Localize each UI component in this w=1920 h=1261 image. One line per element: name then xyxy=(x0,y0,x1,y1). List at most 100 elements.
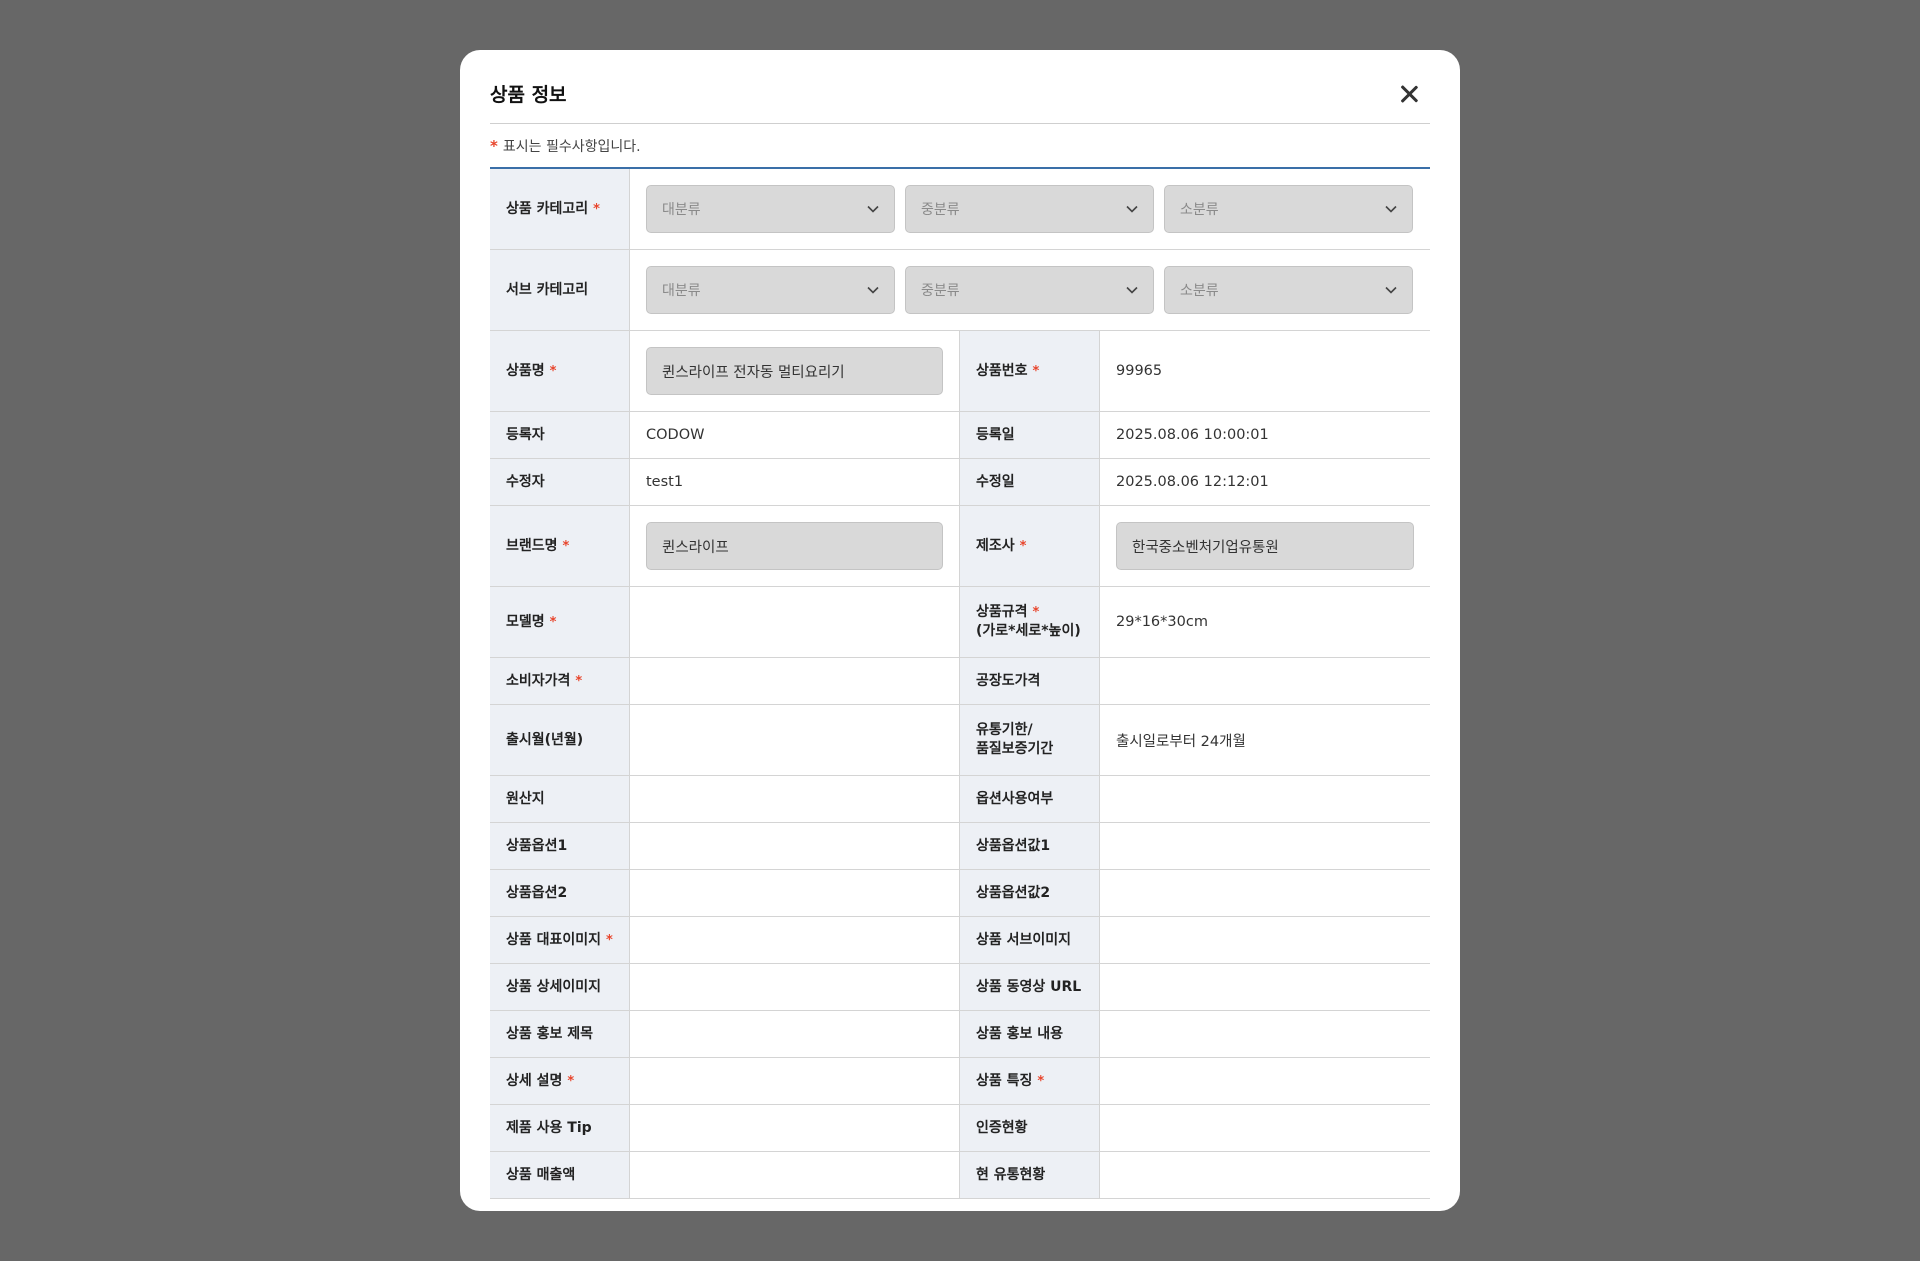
origin-value[interactable] xyxy=(630,776,960,822)
label-option-value1: 상품옵션값1 xyxy=(960,823,1100,869)
chevron-down-icon xyxy=(1385,286,1397,294)
row-registrant: 등록자 CODOW 등록일 2025.08.06 10:00:01 xyxy=(490,412,1430,459)
option1-value[interactable] xyxy=(630,823,960,869)
promo-content-value[interactable] xyxy=(1100,1011,1430,1057)
label-expiry: 유통기한/ 품질보증기간 xyxy=(960,705,1100,775)
chevron-down-icon xyxy=(1385,205,1397,213)
row-detail-image: 상품 상세이미지 상품 동영상 URL xyxy=(490,964,1430,1011)
distribution-value[interactable] xyxy=(1100,1152,1430,1198)
spec-value: 29*16*30cm xyxy=(1116,614,1208,630)
close-icon[interactable] xyxy=(1396,81,1422,107)
label-option-value2: 상품옵션값2 xyxy=(960,870,1100,916)
subcategory-middle-select[interactable]: 중분류 xyxy=(905,266,1154,314)
manufacturer-cell: 한국중소벤처기업유통원 xyxy=(1100,506,1430,586)
row-origin: 원산지 옵션사용여부 xyxy=(490,776,1430,823)
label-distribution: 현 유통현황 xyxy=(960,1152,1100,1198)
category-middle-select[interactable]: 중분류 xyxy=(905,185,1154,233)
label-release: 출시월(년월) xyxy=(490,705,630,775)
brand-input[interactable]: 퀸스라이프 xyxy=(646,522,943,570)
label-consumer-price: 소비자가격 * xyxy=(490,658,630,704)
sub-category-selects: 대분류 중분류 소분류 xyxy=(630,250,1430,330)
label-option2: 상품옵션2 xyxy=(490,870,630,916)
features-value[interactable] xyxy=(1100,1058,1430,1104)
certification-value[interactable] xyxy=(1100,1105,1430,1151)
row-option1: 상품옵션1 상품옵션값1 xyxy=(490,823,1430,870)
subcategory-minor-select[interactable]: 소분류 xyxy=(1164,266,1413,314)
row-model: 모델명 * 상품규격 * (가로*세로*높이) 29*16*30cm xyxy=(490,587,1430,658)
modifier-value: test1 xyxy=(630,459,960,505)
label-video-url: 상품 동영상 URL xyxy=(960,964,1100,1010)
video-url-value[interactable] xyxy=(1100,964,1430,1010)
sub-image-value[interactable] xyxy=(1100,917,1430,963)
row-option2: 상품옵션2 상품옵션값2 xyxy=(490,870,1430,917)
release-value[interactable] xyxy=(630,705,960,775)
detail-desc-value[interactable] xyxy=(630,1058,960,1104)
modal-title: 상품 정보 xyxy=(490,84,567,106)
label-detail-desc: 상세 설명 * xyxy=(490,1058,630,1104)
label-model: 모델명 * xyxy=(490,587,630,657)
row-brand: 브랜드명 * 퀸스라이프 제조사 * 한국중소벤처기업유통원 xyxy=(490,506,1430,587)
label-certification: 인증현황 xyxy=(960,1105,1100,1151)
subcategory-major-select[interactable]: 대분류 xyxy=(646,266,895,314)
row-product-category: 상품 카테고리 * 대분류 중분류 소분류 xyxy=(490,169,1430,250)
chevron-down-icon xyxy=(867,205,879,213)
row-main-image: 상품 대표이미지 * 상품 서브이미지 xyxy=(490,917,1430,964)
detail-image-value[interactable] xyxy=(630,964,960,1010)
brand-cell: 퀸스라이프 xyxy=(630,506,960,586)
label-manufacturer: 제조사 * xyxy=(960,506,1100,586)
label-product-number: 상품번호 * xyxy=(960,331,1100,411)
row-promo: 상품 홍보 제목 상품 홍보 내용 xyxy=(490,1011,1430,1058)
label-sub-category: 서브 카테고리 xyxy=(490,250,630,330)
option-use-value[interactable] xyxy=(1100,776,1430,822)
label-origin: 원산지 xyxy=(490,776,630,822)
category-minor-select[interactable]: 소분류 xyxy=(1164,185,1413,233)
registrant-value: CODOW xyxy=(630,412,960,458)
label-detail-image: 상품 상세이미지 xyxy=(490,964,630,1010)
factory-price-value[interactable] xyxy=(1100,658,1430,704)
label-promo-title: 상품 홍보 제목 xyxy=(490,1011,630,1057)
label-mod-date: 수정일 xyxy=(960,459,1100,505)
product-category-selects: 대분류 중분류 소분류 xyxy=(630,169,1430,249)
row-sub-category: 서브 카테고리 대분류 중분류 소분류 xyxy=(490,250,1430,331)
consumer-price-value[interactable] xyxy=(630,658,960,704)
row-detail-desc: 상세 설명 * 상품 특징 * xyxy=(490,1058,1430,1105)
chevron-down-icon xyxy=(1126,286,1138,294)
label-brand: 브랜드명 * xyxy=(490,506,630,586)
sales-value[interactable] xyxy=(630,1152,960,1198)
required-notice: * 표시는 필수사항입니다. xyxy=(490,124,1430,167)
product-name-input[interactable]: 퀸스라이프 전자동 멀티요리기 xyxy=(646,347,943,395)
mod-date-value: 2025.08.06 12:12:01 xyxy=(1116,474,1269,490)
label-option1: 상품옵션1 xyxy=(490,823,630,869)
label-promo-content: 상품 홍보 내용 xyxy=(960,1011,1100,1057)
label-features: 상품 특징 * xyxy=(960,1058,1100,1104)
option-value2-value[interactable] xyxy=(1100,870,1430,916)
manufacturer-input[interactable]: 한국중소벤처기업유통원 xyxy=(1116,522,1414,570)
required-notice-text: 표시는 필수사항입니다. xyxy=(502,138,641,155)
usage-tip-value[interactable] xyxy=(630,1105,960,1151)
label-product-name: 상품명 * xyxy=(490,331,630,411)
chevron-down-icon xyxy=(1126,205,1138,213)
label-usage-tip: 제품 사용 Tip xyxy=(490,1105,630,1151)
label-product-category: 상품 카테고리 * xyxy=(490,169,630,249)
model-value[interactable] xyxy=(630,587,960,657)
promo-title-value[interactable] xyxy=(630,1011,960,1057)
label-modifier: 수정자 xyxy=(490,459,630,505)
label-factory-price: 공장도가격 xyxy=(960,658,1100,704)
label-sales: 상품 매출액 xyxy=(490,1152,630,1198)
product-form-table: 상품 카테고리 * 대분류 중분류 소분류 서브 카테고리 대분류 중분류 소분… xyxy=(490,167,1430,1199)
row-price: 소비자가격 * 공장도가격 xyxy=(490,658,1430,705)
label-option-use: 옵션사용여부 xyxy=(960,776,1100,822)
category-major-select[interactable]: 대분류 xyxy=(646,185,895,233)
label-spec: 상품규격 * (가로*세로*높이) xyxy=(960,587,1100,657)
label-main-image: 상품 대표이미지 * xyxy=(490,917,630,963)
row-release: 출시월(년월) 유통기한/ 품질보증기간 출시일로부터 24개월 xyxy=(490,705,1430,776)
label-sub-image: 상품 서브이미지 xyxy=(960,917,1100,963)
option-value1-value[interactable] xyxy=(1100,823,1430,869)
option2-value[interactable] xyxy=(630,870,960,916)
required-star: * xyxy=(490,136,498,155)
product-number-value: 99965 xyxy=(1116,363,1163,379)
product-info-modal: 상품 정보 * 표시는 필수사항입니다. 상품 카테고리 * 대분류 중분류 소… xyxy=(460,50,1460,1211)
main-image-value[interactable] xyxy=(630,917,960,963)
row-modifier: 수정자 test1 수정일 2025.08.06 12:12:01 xyxy=(490,459,1430,506)
row-product-name: 상품명 * 퀸스라이프 전자동 멀티요리기 상품번호 * 99965 xyxy=(490,331,1430,412)
